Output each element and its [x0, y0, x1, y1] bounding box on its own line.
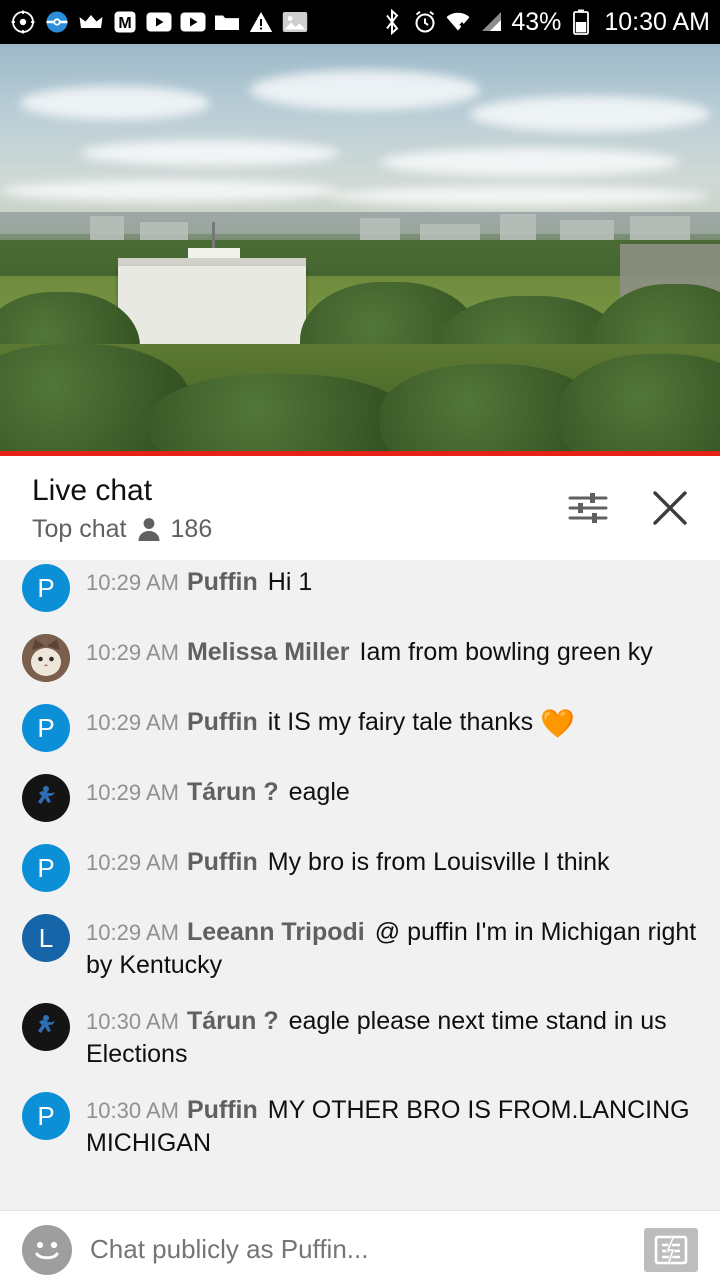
battery-icon — [568, 9, 594, 35]
chat-message-list[interactable]: P 10:29 AM Puffin Hi 1 10:29 AM Melissa Mil… — [0, 560, 720, 1210]
list-item[interactable]: P 10:30 AM Puffin MY OTHER BRO IS FROM.LAN… — [0, 1080, 720, 1169]
youtube-icon — [146, 9, 172, 35]
avatar-initial: P — [37, 1100, 55, 1131]
dancer-avatar-icon — [38, 786, 55, 804]
avatar-initial: P — [37, 572, 55, 603]
image-icon — [282, 9, 308, 35]
message-author[interactable]: Leeann Tripodi — [187, 918, 365, 946]
super-chat-icon[interactable] — [644, 1227, 698, 1272]
list-item[interactable]: P 10:29 AM Puffin My bro is from Louisvill… — [0, 832, 720, 902]
message-author[interactable]: Puffin — [187, 568, 258, 596]
avatar[interactable] — [22, 1003, 70, 1051]
pokeball-icon — [44, 9, 70, 35]
close-icon[interactable] — [646, 484, 694, 532]
status-bar-right: 43% 10:30 AM — [379, 8, 710, 37]
video-progress-bar[interactable] — [0, 451, 720, 456]
folder-icon — [214, 9, 240, 35]
message-author[interactable]: Puffin — [187, 708, 258, 736]
alarm-icon — [412, 9, 438, 35]
message-author[interactable]: Tárun ? — [187, 778, 279, 806]
chat-input[interactable] — [90, 1234, 626, 1265]
avatar-initial: P — [37, 712, 55, 743]
cloud — [470, 96, 710, 132]
wifi-icon — [445, 9, 471, 35]
emoji-face-icon[interactable] — [22, 1224, 72, 1275]
warning-icon — [248, 9, 274, 35]
message-text: My bro is from Louisville I think — [267, 848, 610, 876]
message-text: it IS my fairy tale thanks — [267, 708, 541, 736]
message-author[interactable]: Puffin — [187, 848, 258, 876]
cloud — [20, 86, 210, 120]
list-item[interactable]: 10:29 AM Tárun ? eagle — [0, 762, 720, 832]
message-body: 10:30 AM Tárun ? eagle please next time st… — [86, 1001, 698, 1070]
chat-mode-label[interactable]: Top chat — [32, 515, 127, 544]
dancer-avatar-icon — [38, 1015, 55, 1033]
target-icon — [10, 9, 36, 35]
cloud — [330, 186, 710, 206]
message-body: 10:29 AM Puffin Hi 1 — [86, 562, 312, 599]
message-author[interactable]: Tárun ? — [187, 1007, 279, 1035]
avatar-initial: L — [38, 922, 54, 953]
avatar[interactable]: L — [22, 914, 70, 962]
live-video-player[interactable] — [0, 44, 720, 456]
chat-header-actions — [564, 484, 694, 532]
list-item[interactable]: L 10:29 AM Leeann Tripodi @ puffin I'm in … — [0, 902, 720, 991]
viewer-count: 186 — [170, 514, 213, 543]
person-icon — [137, 516, 161, 542]
cloud — [80, 140, 340, 166]
avatar-initial: P — [37, 852, 55, 883]
svg-text:M: M — [118, 15, 131, 32]
cloud — [250, 70, 480, 110]
signal-icon — [478, 9, 504, 35]
cloud — [0, 180, 340, 202]
avatar[interactable]: P — [22, 844, 70, 892]
message-timestamp: 10:29 AM — [86, 710, 179, 735]
status-bar-clock: 10:30 AM — [604, 7, 710, 36]
avatar[interactable] — [22, 634, 70, 682]
youtube-icon-2 — [180, 9, 206, 35]
message-body: 10:29 AM Tárun ? eagle — [86, 772, 350, 809]
message-body: 10:30 AM Puffin MY OTHER BRO IS FROM.LANCI… — [86, 1090, 698, 1159]
cloud — [380, 148, 680, 176]
cat-avatar-icon — [22, 634, 70, 682]
message-body: 10:29 AM Puffin My bro is from Louisville … — [86, 842, 610, 879]
chat-header-titles: Live chat Top chat 186 — [32, 473, 564, 544]
tree — [150, 374, 410, 456]
live-chat-header: Live chat Top chat 186 — [0, 456, 720, 560]
list-item[interactable]: 10:30 AM Tárun ? eagle please next time st… — [0, 991, 720, 1080]
bluetooth-icon — [379, 9, 405, 35]
list-item[interactable]: 10:29 AM Melissa Miller Iam from bowling g… — [0, 622, 720, 692]
chat-subtitle-row[interactable]: Top chat 186 — [32, 515, 564, 544]
message-author[interactable]: Melissa Miller — [187, 638, 350, 666]
message-timestamp: 10:29 AM — [86, 570, 179, 595]
message-timestamp: 10:30 AM — [86, 1009, 179, 1034]
avatar[interactable]: P — [22, 704, 70, 752]
list-item[interactable]: P 10:29 AM Puffin it IS my fairy tale than… — [0, 692, 720, 762]
avatar[interactable]: P — [22, 564, 70, 612]
avatar[interactable]: P — [22, 1092, 70, 1140]
status-bar: M 43% 10:30 AM — [0, 0, 720, 44]
avatar[interactable] — [22, 774, 70, 822]
list-item[interactable]: P 10:29 AM Puffin Hi 1 — [0, 562, 720, 622]
message-body: 10:29 AM Melissa Miller Iam from bowling g… — [86, 632, 653, 669]
orange-heart-emoji: 🧡 — [540, 708, 575, 739]
page-title: Live chat — [32, 473, 153, 507]
m-badge-icon: M — [112, 9, 138, 35]
message-timestamp: 10:29 AM — [86, 850, 179, 875]
message-body: 10:29 AM Leeann Tripodi @ puffin I'm in Mi… — [86, 912, 698, 981]
status-bar-left-icons: M — [10, 9, 379, 35]
crown-icon — [78, 9, 104, 35]
message-text: Hi 1 — [267, 568, 313, 596]
chat-settings-icon[interactable] — [564, 484, 612, 532]
message-timestamp: 10:29 AM — [86, 640, 179, 665]
message-author[interactable]: Puffin — [187, 1096, 258, 1124]
message-text: Iam from bowling green ky — [359, 638, 653, 666]
message-body: 10:29 AM Puffin it IS my fairy tale thanks… — [86, 702, 575, 740]
chat-composer — [0, 1210, 720, 1280]
message-timestamp: 10:29 AM — [86, 920, 179, 945]
message-text: eagle — [288, 778, 350, 806]
message-timestamp: 10:29 AM — [86, 780, 179, 805]
message-timestamp: 10:30 AM — [86, 1098, 179, 1123]
battery-percent: 43% — [511, 7, 562, 36]
